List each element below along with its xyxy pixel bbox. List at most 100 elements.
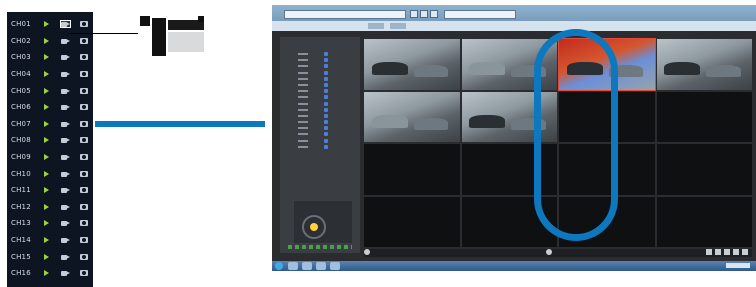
channel-row[interactable]: CH14	[7, 232, 93, 249]
channel-row[interactable]: CH05	[7, 82, 93, 99]
ptz-control[interactable]	[294, 201, 352, 243]
taskbar-app-icon[interactable]	[330, 262, 340, 270]
camera-snapshot-icon[interactable]	[80, 104, 88, 111]
record-video-icon[interactable]	[61, 237, 70, 244]
play-icon[interactable]	[44, 137, 49, 144]
record-video-icon[interactable]	[60, 20, 71, 29]
channel-row[interactable]: CH07	[7, 116, 93, 133]
channel-row[interactable]: CH12	[7, 199, 93, 216]
play-icon[interactable]	[44, 71, 49, 78]
camera-snapshot-icon[interactable]	[80, 120, 88, 127]
channel-row[interactable]: CH03	[7, 49, 93, 66]
record-video-icon[interactable]	[61, 270, 70, 277]
taskbar-app-icon[interactable]	[316, 262, 326, 270]
camera-tile[interactable]	[364, 91, 460, 142]
ptz-center-icon[interactable]	[310, 223, 318, 231]
channel-row[interactable]: CH04	[7, 66, 93, 83]
taskbar-app-icon[interactable]	[302, 262, 312, 270]
taskbar-app-icon[interactable]	[288, 262, 298, 270]
go-icon[interactable]	[420, 10, 428, 18]
play-icon[interactable]	[44, 270, 49, 277]
record-video-icon[interactable]	[61, 121, 70, 127]
camera-tile[interactable]	[364, 39, 460, 90]
camera-snapshot-icon[interactable]	[80, 71, 88, 78]
play-icon[interactable]	[44, 37, 49, 44]
camera-snapshot-icon[interactable]	[80, 87, 88, 94]
channel-row[interactable]: CH02	[7, 33, 93, 50]
slider-handle[interactable]	[546, 249, 552, 255]
refresh-icon[interactable]	[410, 10, 418, 18]
camera-snapshot-icon[interactable]	[80, 21, 88, 28]
sidepanel-channel-row[interactable]	[298, 144, 328, 150]
channel-row[interactable]: CH06	[7, 99, 93, 116]
record-video-icon[interactable]	[61, 171, 70, 177]
play-icon[interactable]	[44, 253, 49, 260]
camera-tile-empty[interactable]	[656, 144, 752, 195]
camera-snapshot-icon[interactable]	[80, 37, 88, 44]
slider-handle[interactable]	[364, 249, 370, 255]
record-video-icon[interactable]	[61, 104, 70, 111]
play-icon[interactable]	[44, 154, 49, 161]
camera-tile[interactable]	[656, 39, 752, 90]
channel-row[interactable]: CH09	[7, 149, 93, 166]
layout-button[interactable]	[724, 249, 730, 255]
channel-label: CH13	[11, 219, 31, 228]
play-icon[interactable]	[44, 104, 49, 111]
channel-row[interactable]: CH08	[7, 132, 93, 149]
channel-row[interactable]: CH11	[7, 182, 93, 199]
search-input[interactable]	[444, 10, 516, 19]
channel-row[interactable]: CH16	[7, 265, 93, 282]
camera-tile-empty[interactable]	[364, 144, 460, 195]
camera-snapshot-icon[interactable]	[80, 253, 88, 260]
record-video-icon[interactable]	[61, 88, 70, 94]
record-video-icon[interactable]	[61, 154, 70, 161]
camera-snapshot-icon[interactable]	[80, 170, 88, 177]
channel-row[interactable]: CH13	[7, 215, 93, 232]
play-icon[interactable]	[44, 87, 49, 94]
address-bar[interactable]	[284, 10, 406, 19]
camera-snapshot-icon[interactable]	[80, 270, 88, 277]
record-video-icon[interactable]	[61, 254, 70, 260]
start-button[interactable]	[275, 262, 283, 270]
camera-snapshot-icon[interactable]	[80, 237, 88, 244]
layout-button[interactable]	[733, 249, 739, 255]
camera-snapshot-icon[interactable]	[80, 220, 88, 227]
layout-button[interactable]	[742, 249, 748, 255]
stop-icon[interactable]	[430, 10, 438, 18]
play-icon[interactable]	[44, 203, 49, 210]
layout-button[interactable]	[715, 249, 721, 255]
channel-label: CH14	[11, 236, 31, 245]
channel-label: CH10	[11, 169, 31, 178]
play-icon[interactable]	[44, 187, 49, 194]
play-icon[interactable]	[44, 21, 49, 28]
play-icon[interactable]	[44, 120, 49, 127]
record-video-icon[interactable]	[61, 54, 70, 61]
taskbar-clock	[726, 263, 750, 268]
camera-snapshot-icon[interactable]	[80, 54, 88, 61]
toolbar-button[interactable]	[390, 23, 406, 29]
camera-tile-empty[interactable]	[656, 196, 752, 247]
camera-snapshot-icon[interactable]	[80, 187, 88, 194]
record-video-icon[interactable]	[61, 38, 70, 44]
camera-snapshot-icon[interactable]	[80, 154, 88, 161]
record-video-icon[interactable]	[61, 220, 70, 227]
record-video-icon[interactable]	[61, 187, 70, 194]
play-icon[interactable]	[44, 237, 49, 244]
camera-snapshot-icon[interactable]	[80, 203, 88, 210]
play-icon[interactable]	[44, 220, 49, 227]
toolbar-button[interactable]	[368, 23, 384, 29]
layout-button[interactable]	[706, 249, 712, 255]
channel-row[interactable]: CH10	[7, 165, 93, 182]
play-icon[interactable]	[44, 54, 49, 61]
camera-tile-empty[interactable]	[364, 196, 460, 247]
viewer-sidepanel	[280, 37, 360, 253]
channel-row[interactable]: CH01	[7, 16, 93, 33]
record-video-icon[interactable]	[61, 71, 70, 78]
play-icon[interactable]	[44, 170, 49, 177]
channel-row[interactable]: CH15	[7, 248, 93, 265]
record-video-icon[interactable]	[61, 204, 70, 210]
channel-label: CH01	[11, 20, 31, 29]
record-video-icon[interactable]	[61, 137, 70, 144]
camera-snapshot-icon[interactable]	[80, 137, 88, 144]
camera-tile-empty[interactable]	[656, 91, 752, 142]
